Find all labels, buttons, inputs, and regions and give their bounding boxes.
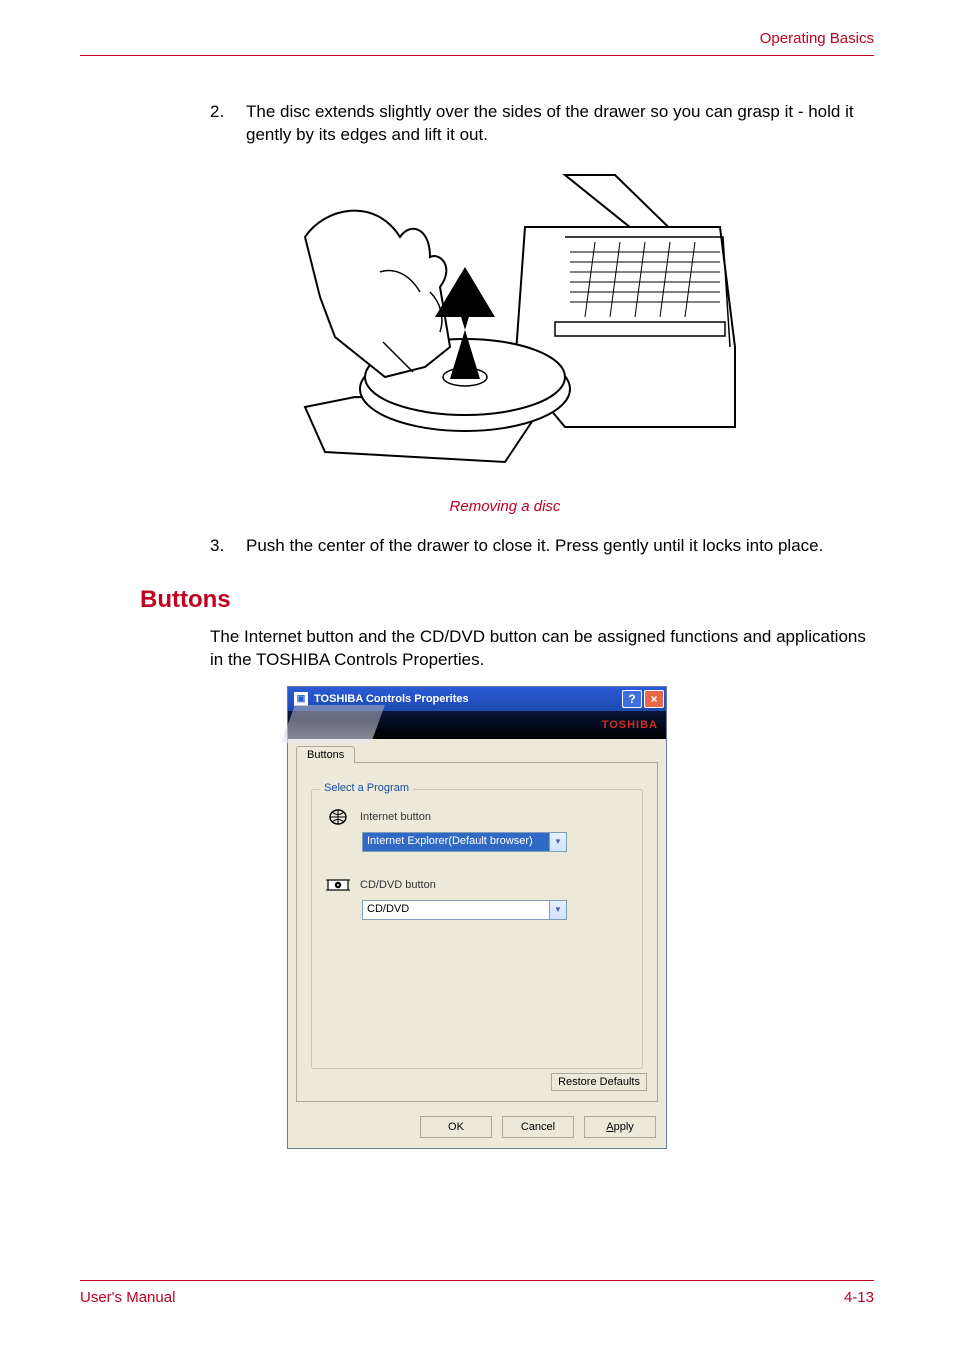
footer-left: User's Manual bbox=[80, 1289, 175, 1306]
brand-strip: TOSHIBA bbox=[288, 711, 666, 739]
brand-text: TOSHIBA bbox=[602, 719, 658, 731]
brand-keyboard-art bbox=[281, 705, 385, 743]
restore-defaults-button[interactable]: Restore Defaults bbox=[551, 1073, 647, 1091]
dialog-screenshot: ▣ TOSHIBA Controls Properites ? × TOSHIB… bbox=[287, 686, 667, 1149]
step-2: 2. The disc extends slightly over the si… bbox=[210, 101, 874, 147]
cddvd-icon bbox=[326, 876, 350, 894]
ok-button[interactable]: OK bbox=[420, 1116, 492, 1138]
chevron-down-icon[interactable]: ▼ bbox=[549, 901, 566, 919]
section-intro: The Internet button and the CD/DVD butto… bbox=[210, 626, 874, 672]
cddvd-button-label: CD/DVD button bbox=[360, 879, 436, 891]
globe-icon bbox=[326, 808, 350, 826]
step-3-num: 3. bbox=[210, 535, 230, 558]
step-2-text: The disc extends slightly over the sides… bbox=[246, 101, 874, 147]
section-heading-buttons: Buttons bbox=[140, 586, 874, 614]
close-button[interactable]: × bbox=[644, 690, 664, 708]
step-2-num: 2. bbox=[210, 101, 230, 147]
footer-right: 4-13 bbox=[844, 1289, 874, 1306]
figure-caption: Removing a disc bbox=[260, 498, 750, 515]
app-icon: ▣ bbox=[294, 692, 308, 706]
dialog-title: TOSHIBA Controls Properites bbox=[314, 693, 469, 705]
cddvd-button-value: CD/DVD bbox=[363, 901, 549, 919]
header-rule bbox=[80, 55, 874, 56]
internet-button-value: Internet Explorer(Default browser) bbox=[363, 833, 549, 851]
internet-button-combo[interactable]: Internet Explorer(Default browser) ▼ bbox=[362, 832, 567, 852]
running-header: Operating Basics bbox=[80, 30, 874, 55]
help-button[interactable]: ? bbox=[622, 690, 642, 708]
page-footer: User's Manual 4-13 bbox=[80, 1280, 874, 1306]
dialog-panel: Select a Program Internet button Interne… bbox=[296, 762, 658, 1102]
step-3: 3. Push the center of the drawer to clos… bbox=[210, 535, 874, 558]
step-3-text: Push the center of the drawer to close i… bbox=[246, 535, 823, 558]
cancel-button[interactable]: Cancel bbox=[502, 1116, 574, 1138]
tab-buttons[interactable]: Buttons bbox=[296, 746, 355, 763]
disc-removal-illustration bbox=[265, 167, 745, 487]
chevron-down-icon[interactable]: ▼ bbox=[549, 833, 566, 851]
cddvd-button-combo[interactable]: CD/DVD ▼ bbox=[362, 900, 567, 920]
figure-remove-disc: Removing a disc bbox=[260, 167, 750, 515]
apply-button[interactable]: Apply bbox=[584, 1116, 656, 1138]
internet-button-label: Internet button bbox=[360, 811, 431, 823]
group-select-program: Select a Program Internet button Interne… bbox=[311, 789, 643, 1069]
group-legend: Select a Program bbox=[320, 782, 413, 794]
